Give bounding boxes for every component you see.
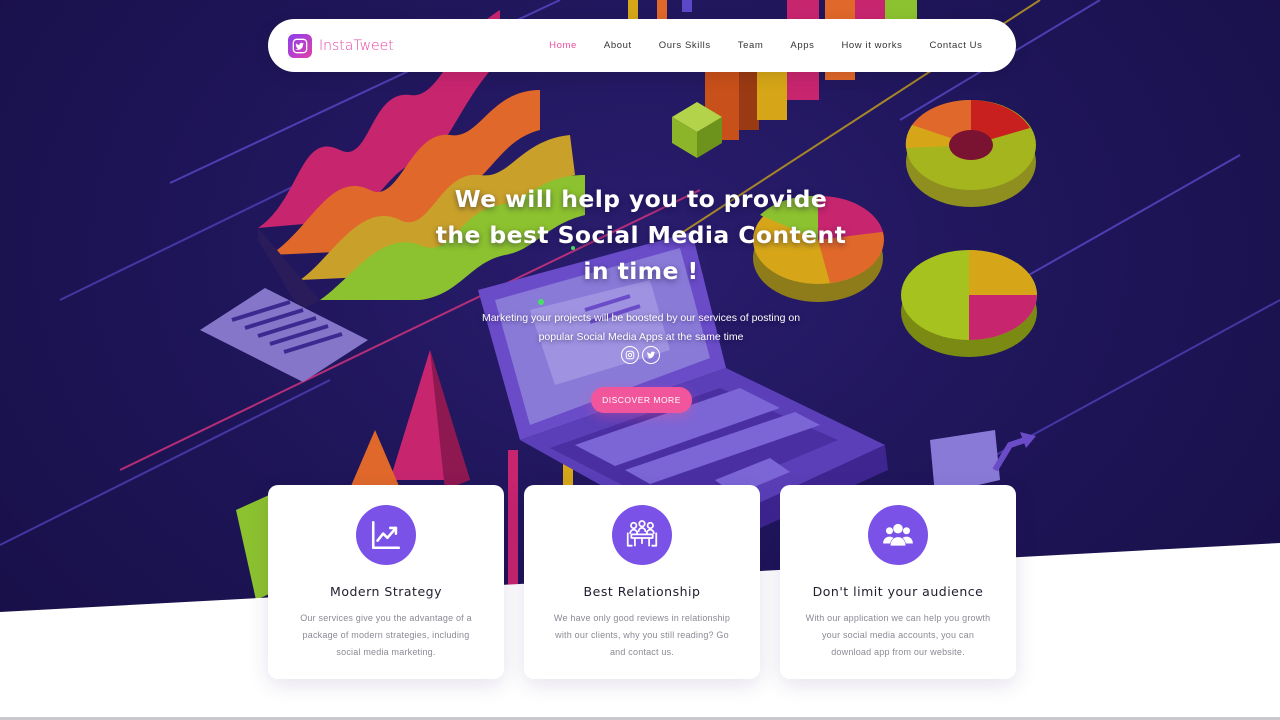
hero-subtitle: Marketing your projects will be boosted … bbox=[460, 309, 822, 347]
users-group-icon bbox=[868, 505, 928, 565]
trending-up-icon bbox=[356, 505, 416, 565]
twitter-icon[interactable] bbox=[642, 346, 660, 364]
card-text: Our services give you the advantage of a… bbox=[300, 613, 472, 657]
nav-apps[interactable]: Apps bbox=[777, 40, 828, 51]
card-title: Modern Strategy bbox=[330, 584, 442, 599]
card-title: Don't limit your audience bbox=[812, 584, 984, 599]
meeting-table-icon bbox=[612, 505, 672, 565]
brand-logo[interactable]: InstaTweet bbox=[288, 33, 394, 58]
hero-subtitle-line1: Marketing your projects will be boosted … bbox=[481, 312, 801, 324]
card-text: We have only good reviews in relationshi… bbox=[553, 613, 731, 657]
hero-title-line2-post: Content bbox=[738, 221, 847, 249]
card-title: Best Relationship bbox=[583, 584, 701, 599]
hero-title-line1: We will help you to provide bbox=[454, 185, 828, 213]
hero-title: We will help you to provide the best Soc… bbox=[400, 181, 882, 289]
nav-home[interactable]: Home bbox=[536, 40, 591, 51]
nav-contact[interactable]: Contact Us bbox=[916, 40, 996, 51]
nav-team[interactable]: Team bbox=[724, 40, 777, 51]
feature-card-strategy: Modern Strategy Our services give you th… bbox=[268, 485, 504, 679]
hero-subtitle-line2: popular Social Media Apps at the same ti… bbox=[538, 331, 744, 343]
social-links bbox=[621, 346, 660, 364]
navbar: InstaTweet Home About Ours Skills Team A… bbox=[268, 19, 1016, 72]
card-text: With our application we can help you gro… bbox=[805, 613, 991, 657]
discover-more-button[interactable]: DISCOVER MORE bbox=[591, 387, 692, 413]
instagram-icon[interactable] bbox=[621, 346, 639, 364]
nav-how-it-works[interactable]: How it works bbox=[828, 40, 916, 51]
twitter-logo-icon bbox=[288, 33, 312, 58]
feature-card-audience: Don't limit your audience With our appli… bbox=[780, 485, 1016, 679]
nav-skills[interactable]: Ours Skills bbox=[645, 40, 724, 51]
brand-name: InstaTweet bbox=[319, 37, 394, 54]
nav-links: Home About Ours Skills Team Apps How it … bbox=[536, 40, 996, 51]
feature-card-relationship: Best Relationship We have only good revi… bbox=[524, 485, 760, 679]
nav-about[interactable]: About bbox=[590, 40, 645, 51]
hero-title-line3: in time ! bbox=[583, 257, 699, 285]
hero-title-line2-pre: the best bbox=[435, 221, 549, 249]
hero-title-highlight: Social Media bbox=[557, 221, 730, 249]
